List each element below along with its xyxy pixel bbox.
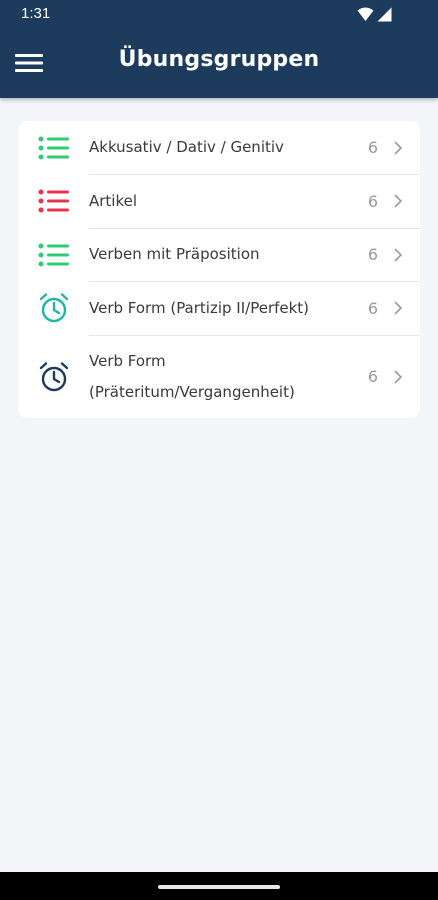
chevron-right-icon <box>394 369 403 384</box>
group-item-label: Verben mit Präposition <box>89 245 260 263</box>
toolbar: Übungsgruppen <box>0 30 438 98</box>
home-gesture-handle[interactable] <box>158 885 280 889</box>
status-time: 1:31 <box>21 5 51 22</box>
status-bar: 1:31 <box>0 0 438 30</box>
wifi-icon <box>357 7 374 21</box>
group-item-label: Verb Form (Präteritum/Vergangenheit) <box>89 351 295 401</box>
group-item-label: Artikel <box>89 191 138 210</box>
group-item-count: 6 <box>367 298 378 318</box>
chevron-right-icon <box>394 194 403 208</box>
list-icon <box>37 131 71 165</box>
alarm-clock-icon <box>37 360 71 394</box>
group-item-verb-form-partizip[interactable]: Verb Form (Partizip II/Perfekt) 6 <box>18 281 420 335</box>
chevron-right-icon <box>394 140 403 155</box>
group-item-verb-form-praeteritum[interactable]: Verb Form (Präteritum/Vergangenheit) 6 <box>18 335 420 418</box>
group-item-count: 6 <box>367 367 378 386</box>
page-title: Übungsgruppen <box>118 47 320 72</box>
group-item-count: 6 <box>367 138 378 157</box>
group-item-akkusativ-dativ-genitiv[interactable]: Akkusativ / Dativ / Genitiv 6 <box>18 121 420 174</box>
signal-icon <box>377 7 392 22</box>
group-item-label: Verb Form (Partizip II/Perfekt) <box>89 298 310 317</box>
group-item-count: 6 <box>367 191 378 211</box>
app-bar: 1:31 Übungsgruppen <box>0 0 438 98</box>
group-item-artikel[interactable]: Artikel 6 <box>18 174 420 228</box>
chevron-right-icon <box>394 301 403 315</box>
list-icon <box>37 238 71 272</box>
group-item-label: Akkusativ / Dativ / Genitiv <box>89 138 284 156</box>
list-icon <box>37 184 71 218</box>
alarm-clock-icon <box>37 291 71 325</box>
group-list-card: Akkusativ / Dativ / Genitiv 6 Artikel 6 <box>18 121 420 418</box>
group-item-count: 6 <box>367 245 378 264</box>
group-item-verben-mit-praeposition[interactable]: Verben mit Präposition 6 <box>18 228 420 281</box>
system-navigation-bar <box>0 872 438 900</box>
status-icons <box>357 7 392 22</box>
chevron-right-icon <box>394 247 403 262</box>
